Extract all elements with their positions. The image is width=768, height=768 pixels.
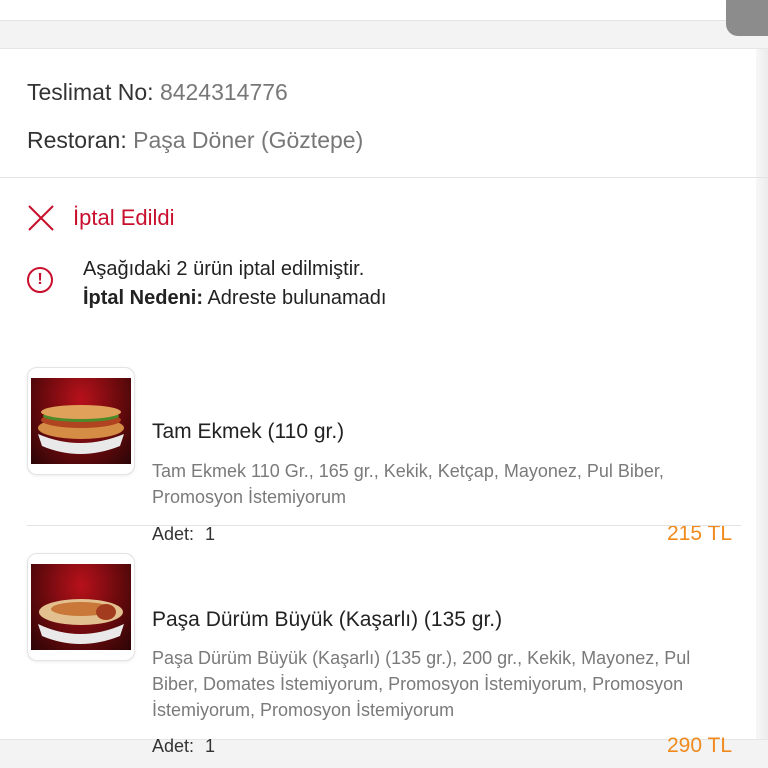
item-price: 290 TL <box>667 734 732 757</box>
delivery-no-value: 8424314776 <box>159 79 288 105</box>
info-icon: ! <box>27 267 53 293</box>
item-thumbnail <box>27 553 135 661</box>
scroll-handle[interactable] <box>726 0 768 36</box>
quantity-label: Adet: <box>152 736 195 756</box>
item-description: Tam Ekmek 110 Gr., 165 gr., Kekik, Ketça… <box>152 461 664 507</box>
top-strip <box>0 0 768 21</box>
item-thumbnail <box>27 367 135 475</box>
order-card: Teslimat No: 8424314776 Restoran: Paşa D… <box>0 48 768 757</box>
card-edge <box>756 49 768 739</box>
item-name: Tam Ekmek (110 gr.) <box>152 420 345 443</box>
notice-line: Aşağıdaki 2 ürün iptal edilmiştir. <box>83 258 365 280</box>
restaurant-name: Paşa Döner (Göztepe) <box>133 127 364 153</box>
quantity-label: Adet: <box>152 524 195 544</box>
restaurant-row: Restoran: Paşa Döner (Göztepe) <box>27 127 363 154</box>
quantity-value: 1 <box>205 524 216 544</box>
divider <box>27 525 741 526</box>
cancel-status: İptal Edildi <box>27 204 175 232</box>
restaurant-label: Restoran: <box>27 127 127 153</box>
item-quantity: Adet: 1 <box>152 736 215 757</box>
delivery-no-label: Teslimat No: <box>27 79 154 105</box>
item-description: Paşa Dürüm Büyük (Kaşarlı) (135 gr.), 20… <box>152 648 691 720</box>
quantity-value: 1 <box>205 736 216 756</box>
item-quantity: Adet: 1 <box>152 524 215 545</box>
cancel-notice: ! Aşağıdaki 2 ürün iptal edilmiştir. İpt… <box>27 255 386 313</box>
status-text: İptal Edildi <box>73 205 175 230</box>
cancel-reason-value: Adreste bulunamadı <box>207 287 387 309</box>
delivery-no-row: Teslimat No: 8424314776 <box>27 79 288 106</box>
item-name: Paşa Dürüm Büyük (Kaşarlı) (135 gr.) <box>152 608 503 631</box>
cancel-reason: İptal Nedeni: Adreste bulunamadı <box>83 284 386 313</box>
divider <box>0 177 768 178</box>
cancel-reason-label: İptal Nedeni: <box>83 287 204 309</box>
close-icon <box>27 204 55 232</box>
